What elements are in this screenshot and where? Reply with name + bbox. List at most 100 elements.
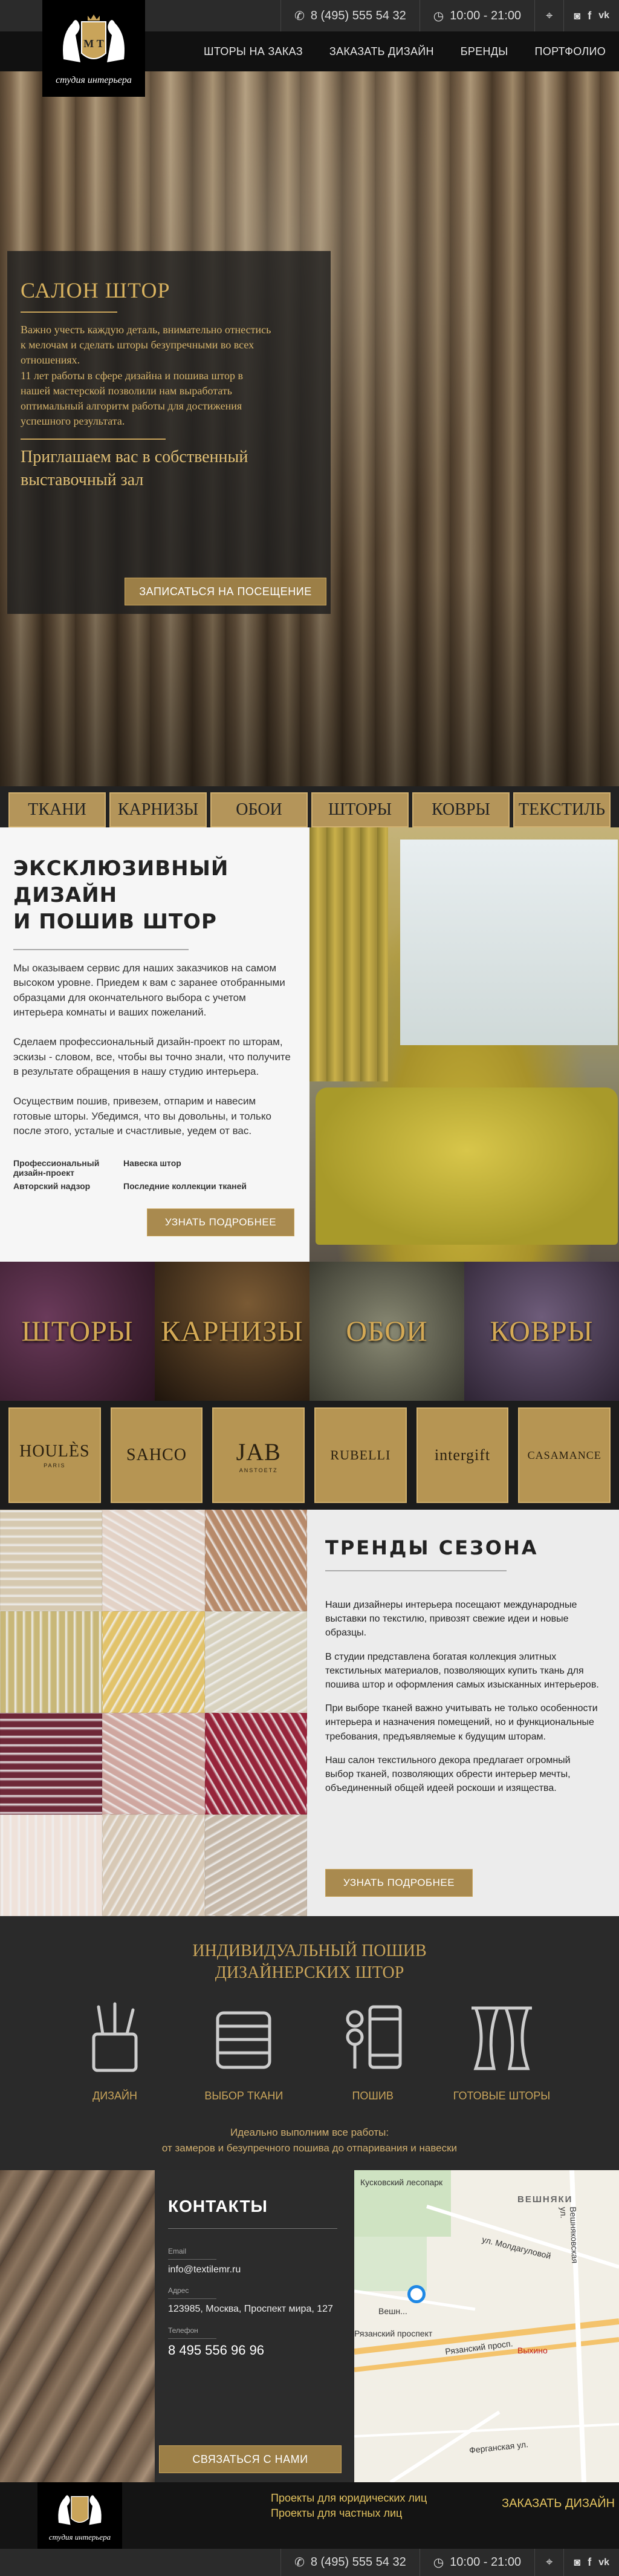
feature-list: Профессиональный дизайн-проект Навеска ш…: [13, 1158, 295, 1191]
map-label: ВЕШНЯКИ: [517, 2194, 573, 2205]
facebook-icon[interactable]: f: [588, 2556, 591, 2569]
visit-signup-button[interactable]: ЗАПИСАТЬСЯ НА ПОСЕЩЕНИЕ: [125, 578, 326, 605]
banner-carpets[interactable]: КОВРЫ: [464, 1262, 619, 1401]
brand-houles[interactable]: HOULÈS PARIS: [8, 1407, 101, 1503]
trends-section: ТРЕНДЫ СЕЗОНА Наши дизайнеры интерьера п…: [0, 1510, 619, 1916]
contacts-phone[interactable]: 8 495 556 96 96: [168, 2343, 341, 2358]
map-label: Выхино: [517, 2346, 548, 2355]
social-links: ◙ f vk: [563, 2549, 619, 2576]
banner-curtains[interactable]: ШТОРЫ: [0, 1262, 155, 1401]
nav-brands[interactable]: БРЕНДЫ: [447, 45, 522, 58]
exclusive-text-block: ЭКСКЛЮЗИВНЫЙ ДИЗАЙН И ПОШИВ ШТОР Мы оказ…: [0, 827, 308, 1262]
category-curtains[interactable]: ШТОРЫ: [311, 792, 409, 827]
trends-text-block: ТРЕНДЫ СЕЗОНА Наши дизайнеры интерьера п…: [307, 1510, 619, 1916]
footer-hours: 10:00 - 21:00: [450, 2555, 522, 2569]
map-label: Кусковский лесопарк: [360, 2177, 443, 2187]
footer-logo[interactable]: студия интерьера: [37, 2482, 122, 2549]
footer-order-design[interactable]: ЗАКАЗАТЬ ДИЗАЙН: [502, 2497, 615, 2511]
fabric-swatch: [0, 1713, 103, 1815]
logo-crest-icon: [58, 2495, 102, 2525]
brand-rubelli[interactable]: RUBELLI: [314, 1407, 407, 1503]
category-textile[interactable]: ТЕКСТИЛЬ: [513, 792, 611, 827]
brand-logos: HOULÈS PARIS SAHCO JAB ANSTOETZ RUBELLI in…: [0, 1401, 619, 1510]
social-links: ◙ f vk: [563, 0, 619, 31]
category-cornices[interactable]: КАРНИЗЫ: [109, 792, 207, 827]
contacts-block: КОНТАКТЫ Email info@textilemr.ru Адрес 1…: [155, 2170, 354, 2482]
clock-icon: ◷: [433, 9, 444, 23]
fabric-swatch: [0, 1510, 103, 1611]
category-fabrics[interactable]: ТКАНИ: [8, 792, 106, 827]
footer-links: Проекты для юридических лиц Проекты для …: [271, 2491, 427, 2521]
contacts-section: КОНТАКТЫ Email info@textilemr.ru Адрес 1…: [0, 2170, 619, 2482]
instagram-icon[interactable]: ◙: [574, 10, 580, 22]
feature-item: Последние коллекции тканей: [123, 1181, 247, 1191]
clock-icon: ◷: [433, 2556, 444, 2569]
phone-block[interactable]: ✆ 8 (495) 555 54 32: [280, 2549, 420, 2576]
contact-us-button[interactable]: СВЯЗАТЬСЯ С НАМИ: [159, 2445, 342, 2473]
feature-item: Профессиональный дизайн-проект: [13, 1158, 100, 1178]
exclusive-paragraph: Мы оказываем сервис для наших заказчиков…: [13, 962, 285, 1019]
footer-link-legal[interactable]: Проекты для юридических лиц: [271, 2491, 427, 2506]
trends-paragraph: В студии представлена богатая коллекция …: [325, 1651, 599, 1690]
map-label: Вешняковская ул.: [559, 2206, 580, 2264]
map-label: Вешн...: [378, 2306, 407, 2316]
trends-divider: [325, 1570, 507, 1571]
fabric-swatch: [0, 1815, 103, 1916]
header-hours: 10:00 - 21:00: [450, 8, 522, 22]
service-label: ДИЗАЙН: [92, 2090, 137, 2102]
exclusive-paragraph: Осуществим пошив, привезем, отпарим и на…: [13, 1095, 271, 1137]
facebook-icon[interactable]: f: [588, 10, 591, 22]
service-ready-curtains: ГОТОВЫЕ ШТОРЫ: [447, 2001, 556, 2102]
fabric-swatch: [204, 1713, 307, 1815]
footer-phone: 8 (495) 555 54 32: [310, 2555, 406, 2569]
banner-wallpaper[interactable]: ОБОИ: [310, 1262, 464, 1401]
phone-block[interactable]: ✆ 8 (495) 555 54 32: [280, 0, 420, 31]
banner-label: ШТОРЫ: [21, 1315, 134, 1348]
phone-icon: ✆: [294, 9, 305, 23]
service-fabric-choice: ВЫБОР ТКАНИ: [189, 2001, 298, 2102]
fabric-swatch: [204, 1510, 307, 1611]
location-map[interactable]: Кусковский лесопарк ВЕШНЯКИ ул. Молдагул…: [354, 2170, 619, 2482]
category-wallpaper[interactable]: ОБОИ: [210, 792, 308, 827]
brand-casamance[interactable]: CASAMANCE: [518, 1407, 611, 1503]
category-banners: ШТОРЫ КАРНИЗЫ ОБОИ КОВРЫ: [0, 1262, 619, 1401]
hours-block: ◷ 10:00 - 21:00: [419, 0, 534, 31]
bottom-bar: ✆ 8 (495) 555 54 32 ◷ 10:00 - 21:00 ⌖ ◙ …: [0, 2549, 619, 2576]
services-section: ИНДИВИДУАЛЬНЫЙ ПОШИВ ДИЗАЙНЕРСКИХ ШТОР Д…: [0, 1916, 619, 2170]
nav-order-design[interactable]: ЗАКАЗАТЬ ДИЗАЙН: [316, 45, 447, 58]
nav-portfolio[interactable]: ПОРТФОЛИО: [522, 45, 619, 58]
fabric-swatch: [102, 1815, 205, 1916]
location-button[interactable]: ⌖: [534, 2549, 563, 2576]
location-button[interactable]: ⌖: [534, 0, 563, 31]
address-value: 123985, Москва, Проспект мира, 127: [168, 2304, 333, 2315]
service-design: ДИЗАЙН: [60, 2001, 169, 2102]
brand-sub: PARIS: [44, 1462, 66, 1469]
thread-spool-icon: [346, 2005, 402, 2069]
email-link[interactable]: info@textilemr.ru: [168, 2263, 341, 2277]
services-note: Идеально выполним все работы: от замеров…: [161, 2127, 458, 2154]
header-phone: 8 (495) 555 54 32: [310, 8, 406, 22]
logo-text: студия интерьера: [56, 75, 132, 85]
brand-name: intergift: [434, 1446, 491, 1464]
learn-more-button[interactable]: УЗНАТЬ ПОДРОБНЕЕ: [147, 1208, 294, 1236]
nav-curtains-order[interactable]: ШТОРЫ НА ЗАКАЗ: [190, 45, 316, 58]
instagram-icon[interactable]: ◙: [574, 2556, 580, 2569]
window-decor: [400, 840, 618, 1045]
footer-link-private[interactable]: Проекты для частных лиц: [271, 2506, 427, 2521]
category-carpets[interactable]: КОВРЫ: [412, 792, 510, 827]
vk-icon[interactable]: vk: [598, 10, 609, 21]
fabric-swatch: [102, 1611, 205, 1713]
location-icon: ⌖: [546, 2555, 553, 2569]
map-pin-icon[interactable]: [407, 2285, 426, 2303]
logo[interactable]: М Т студия интерьера: [42, 0, 145, 97]
fabric-swatch: [102, 1713, 205, 1815]
brand-jab[interactable]: JAB ANSTOETZ: [212, 1407, 305, 1503]
banner-cornices[interactable]: КАРНИЗЫ: [155, 1262, 310, 1401]
brand-intergift[interactable]: intergift: [416, 1407, 509, 1503]
trends-learn-more-button[interactable]: УЗНАТЬ ПОДРОБНЕЕ: [325, 1869, 473, 1897]
brand-sub: ANSTOETZ: [239, 1467, 278, 1473]
exclusive-title: ЭКСКЛЮЗИВНЫЙ ДИЗАЙН И ПОШИВ ШТОР: [13, 856, 229, 934]
trends-title: ТРЕНДЫ СЕЗОНА: [325, 1536, 539, 1559]
vk-icon[interactable]: vk: [598, 2557, 609, 2568]
brand-sahco[interactable]: SAHCO: [110, 1407, 203, 1503]
